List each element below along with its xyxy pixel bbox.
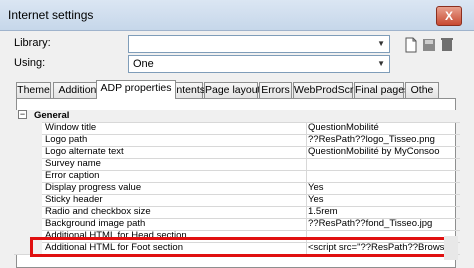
title-bar: Internet settings X xyxy=(0,0,474,31)
tab-adp-properties[interactable]: ADP properties xyxy=(96,80,176,99)
property-name: Background image path xyxy=(45,218,146,229)
tab-webprodscript[interactable]: WebProdScript xyxy=(293,82,364,98)
property-value[interactable]: QuestionMobilité xyxy=(308,122,450,134)
property-name: Sticky header xyxy=(45,194,103,205)
close-button[interactable]: X xyxy=(436,6,462,26)
tab-page-layout[interactable]: Page layout xyxy=(204,82,260,98)
property-name: Logo path xyxy=(45,134,88,145)
chevron-down-icon: ▼ xyxy=(377,59,385,68)
using-combo[interactable]: One ▼ xyxy=(128,55,390,73)
property-value[interactable]: QuestionMobilité by MyConsoo xyxy=(308,146,450,158)
scrollbar[interactable] xyxy=(444,236,458,260)
property-name: Error caption xyxy=(45,170,100,181)
delete-icon[interactable] xyxy=(440,37,454,53)
property-name: Survey name xyxy=(45,158,101,169)
library-combo[interactable]: ▼ xyxy=(128,35,390,53)
property-value[interactable]: ??ResPath??logo_Tisseo.png xyxy=(308,134,450,146)
tab-other[interactable]: Othe xyxy=(405,82,439,98)
library-label: Library: xyxy=(14,37,51,49)
tab-theme[interactable]: Theme xyxy=(16,82,51,98)
highlight-box xyxy=(30,237,450,257)
property-value[interactable]: 1.5rem xyxy=(308,206,450,218)
window-title: Internet settings xyxy=(8,8,94,22)
property-name: Logo alternate text xyxy=(45,146,124,157)
using-label: Using: xyxy=(14,57,46,69)
property-value[interactable]: ??ResPath??fond_Tisseo.jpg xyxy=(308,218,450,230)
property-name: Radio and checkbox size xyxy=(45,206,151,217)
tab-errors[interactable]: Errors xyxy=(259,82,292,98)
group-label: General xyxy=(34,110,70,121)
save-icon[interactable] xyxy=(422,37,436,53)
property-value[interactable]: Yes xyxy=(308,194,450,206)
property-name: Window title xyxy=(45,122,97,133)
property-name: Display progress value xyxy=(45,182,142,193)
tab-scroll-arrows[interactable] xyxy=(444,82,474,98)
collapse-toggle-icon[interactable]: − xyxy=(18,110,27,119)
property-value[interactable]: Yes xyxy=(308,182,450,194)
using-value: One xyxy=(133,58,154,70)
tab-final-pages[interactable]: Final pages xyxy=(354,82,409,98)
new-document-icon[interactable] xyxy=(404,37,418,53)
chevron-down-icon: ▼ xyxy=(377,39,385,48)
